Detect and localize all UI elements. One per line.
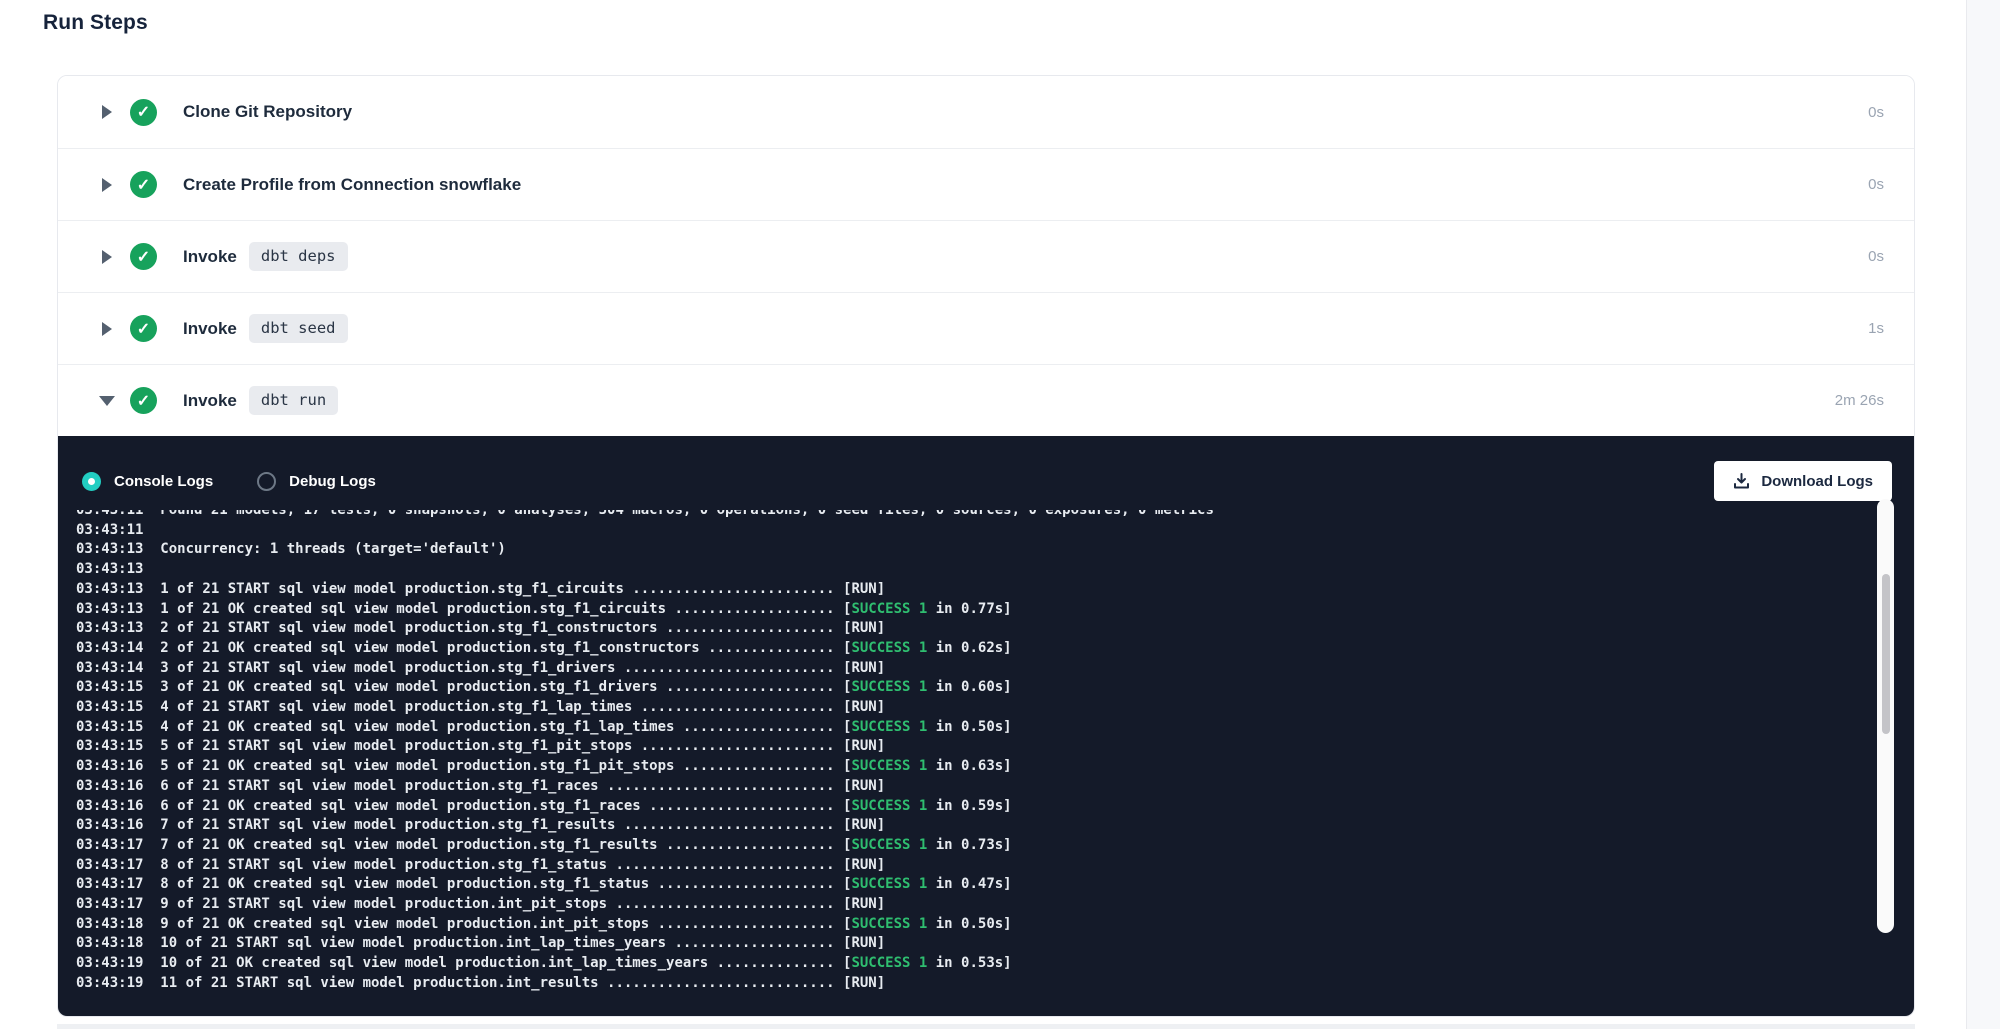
log-line: 03:43:11 xyxy=(76,521,1914,541)
log-type-radio-group: Console Logs Debug Logs xyxy=(82,472,376,491)
step-row-invoke-dbt-run[interactable]: ✓ Invoke dbt run 2m 26s xyxy=(58,364,1914,436)
log-line: 03:43:19 10 of 21 OK created sql view mo… xyxy=(76,954,1914,974)
chevron-right-icon[interactable] xyxy=(84,250,130,264)
step-title: Invoke xyxy=(183,247,237,267)
page-title: Run Steps xyxy=(43,11,148,35)
log-line: 03:43:11 Found 21 models, 17 tests, 0 sn… xyxy=(76,510,1914,521)
log-line: 03:43:13 1 of 21 START sql view model pr… xyxy=(76,580,1914,600)
console-log-output[interactable]: 03:43:11 Found 21 models, 17 tests, 0 sn… xyxy=(58,510,1914,1008)
log-line: 03:43:13 xyxy=(76,560,1914,580)
success-check-icon: ✓ xyxy=(130,315,157,342)
success-check-icon: ✓ xyxy=(130,171,157,198)
radio-label: Debug Logs xyxy=(289,473,376,490)
command-badge: dbt seed xyxy=(249,314,348,343)
step-title: Clone Git Repository xyxy=(183,102,352,122)
log-line: 03:43:16 5 of 21 OK created sql view mod… xyxy=(76,757,1914,777)
log-line: 03:43:15 4 of 21 START sql view model pr… xyxy=(76,698,1914,718)
step-title: Invoke xyxy=(183,319,237,339)
right-panel-gutter xyxy=(1966,0,2000,1029)
step-duration: 1s xyxy=(1868,320,1884,337)
success-check-icon: ✓ xyxy=(130,387,157,414)
chevron-right-icon[interactable] xyxy=(84,322,130,336)
step-row-invoke-dbt-deps[interactable]: ✓ Invoke dbt deps 0s xyxy=(58,220,1914,292)
log-line: 03:43:16 6 of 21 OK created sql view mod… xyxy=(76,797,1914,817)
log-line: 03:43:13 Concurrency: 1 threads (target=… xyxy=(76,540,1914,560)
step-duration: 0s xyxy=(1868,104,1884,121)
log-line: 03:43:18 9 of 21 OK created sql view mod… xyxy=(76,915,1914,935)
success-check-icon: ✓ xyxy=(130,99,157,126)
console-log-panel: Console Logs Debug Logs Download Log xyxy=(58,436,1914,1016)
step-row-create-profile[interactable]: ✓ Create Profile from Connection snowfla… xyxy=(58,148,1914,220)
log-lines-container: 03:43:11 Found 21 models, 17 tests, 0 sn… xyxy=(76,510,1914,994)
radio-label: Console Logs xyxy=(114,473,213,490)
next-section-edge xyxy=(57,1024,1915,1029)
step-title: Invoke xyxy=(183,391,237,411)
chevron-down-icon[interactable] xyxy=(84,396,130,406)
chevron-right-icon[interactable] xyxy=(84,178,130,192)
step-title: Create Profile from Connection snowflake xyxy=(183,175,521,195)
log-line: 03:43:13 2 of 21 START sql view model pr… xyxy=(76,619,1914,639)
run-steps-card: ✓ Clone Git Repository 0s ✓ Create Profi… xyxy=(57,75,1915,1017)
log-line: 03:43:14 3 of 21 START sql view model pr… xyxy=(76,659,1914,679)
log-line: 03:43:16 7 of 21 START sql view model pr… xyxy=(76,816,1914,836)
log-line: 03:43:17 7 of 21 OK created sql view mod… xyxy=(76,836,1914,856)
radio-selected-icon[interactable] xyxy=(82,472,101,491)
log-line: 03:43:18 10 of 21 START sql view model p… xyxy=(76,934,1914,954)
command-badge: dbt run xyxy=(249,386,338,415)
radio-console-logs[interactable]: Console Logs xyxy=(82,472,213,491)
log-line: 03:43:14 2 of 21 OK created sql view mod… xyxy=(76,639,1914,659)
log-line: 03:43:19 11 of 21 START sql view model p… xyxy=(76,974,1914,994)
step-duration: 0s xyxy=(1868,176,1884,193)
success-check-icon: ✓ xyxy=(130,243,157,270)
console-header: Console Logs Debug Logs Download Log xyxy=(58,436,1914,504)
radio-debug-logs[interactable]: Debug Logs xyxy=(257,472,376,491)
log-line: 03:43:17 8 of 21 OK created sql view mod… xyxy=(76,875,1914,895)
log-line: 03:43:17 9 of 21 START sql view model pr… xyxy=(76,895,1914,915)
step-duration: 2m 26s xyxy=(1835,392,1884,409)
log-line: 03:43:15 4 of 21 OK created sql view mod… xyxy=(76,718,1914,738)
step-row-clone-git-repository[interactable]: ✓ Clone Git Repository 0s xyxy=(58,76,1914,148)
download-icon xyxy=(1733,473,1750,490)
command-badge: dbt deps xyxy=(249,242,348,271)
download-logs-label: Download Logs xyxy=(1761,473,1873,490)
console-scrollbar-thumb[interactable] xyxy=(1882,574,1890,734)
chevron-right-icon[interactable] xyxy=(84,105,130,119)
console-scrollbar-track[interactable] xyxy=(1877,499,1894,933)
log-line: 03:43:15 3 of 21 OK created sql view mod… xyxy=(76,678,1914,698)
log-line: 03:43:16 6 of 21 START sql view model pr… xyxy=(76,777,1914,797)
log-line: 03:43:17 8 of 21 START sql view model pr… xyxy=(76,856,1914,876)
log-line: 03:43:15 5 of 21 START sql view model pr… xyxy=(76,737,1914,757)
run-steps-page: Run Steps ✓ Clone Git Repository 0s ✓ Cr… xyxy=(0,0,2000,1029)
step-row-invoke-dbt-seed[interactable]: ✓ Invoke dbt seed 1s xyxy=(58,292,1914,364)
log-line: 03:43:13 1 of 21 OK created sql view mod… xyxy=(76,600,1914,620)
radio-unselected-icon[interactable] xyxy=(257,472,276,491)
download-logs-button[interactable]: Download Logs xyxy=(1714,461,1892,501)
step-duration: 0s xyxy=(1868,248,1884,265)
